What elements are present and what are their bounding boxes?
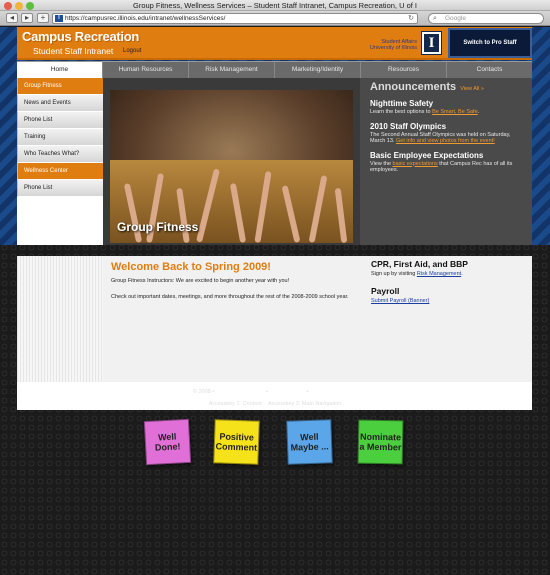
payroll-heading: Payroll — [371, 286, 400, 296]
zoom-window-icon[interactable] — [26, 2, 34, 10]
forward-icon[interactable]: ▸ — [21, 13, 33, 23]
search-icon: ⌕ — [433, 15, 437, 22]
affiliation-text: Student Affairs University of Illinois — [347, 39, 417, 51]
illinois-logo[interactable]: I — [421, 31, 442, 55]
view-all-link[interactable]: View All » — [460, 86, 484, 92]
welcome-paragraph: Group Fitness Instructors: We are excite… — [111, 278, 290, 284]
logout-link[interactable]: Logout — [123, 48, 141, 54]
minimize-window-icon[interactable] — [15, 2, 23, 10]
footer-student-affairs-link[interactable]: Student Affairs — [269, 389, 305, 395]
announcement-heading: Basic Employee Expectations — [370, 150, 484, 160]
footer-campus-recreation-link[interactable]: Campus Recreation — [216, 389, 265, 395]
tab-marketing-identity[interactable]: Marketing/Identity — [275, 62, 361, 78]
tab-risk-management[interactable]: Risk Management — [189, 62, 275, 78]
welcome-paragraph: Check out important dates, meetings, and… — [111, 294, 349, 300]
basic-expectations-link[interactable]: basic expectations — [393, 161, 438, 167]
cpr-heading: CPR, First Aid, and BBP — [371, 259, 468, 269]
nominate-member-note-button[interactable]: Nominate a Member — [357, 419, 404, 465]
welcome-heading: Welcome Back to Spring 2009! — [111, 261, 271, 273]
site-subtitle: Student Staff Intranet — [33, 46, 114, 56]
group-fitness-photo: Group Fitness — [110, 90, 353, 243]
university-label[interactable]: University of Illinois — [347, 45, 417, 51]
content-left-stripe — [17, 256, 103, 382]
sidebar-item-wellness-center[interactable]: Wellness Center — [17, 163, 103, 180]
switch-to-pro-staff-button[interactable]: Switch to Pro Staff — [448, 28, 532, 58]
tab-contacts[interactable]: Contacts — [447, 62, 532, 78]
announcement-text: Learn the best options to Be Smart, Be S… — [370, 109, 480, 115]
tab-home[interactable]: Home — [17, 62, 103, 78]
tab-human-resources[interactable]: Human Resources — [103, 62, 189, 78]
sidebar-item-news-and-events[interactable]: News and Events — [17, 95, 103, 112]
url-text: https://campusrec.illinois.edu/intranet/… — [65, 15, 226, 22]
positive-comment-note-button[interactable]: Positive Comment — [213, 419, 260, 465]
sidebar-item-phone-list-2[interactable]: Phone List — [17, 180, 103, 197]
close-window-icon[interactable] — [4, 2, 12, 10]
footer-links: © 2008 • Campus Recreation • Student Aff… — [192, 389, 358, 395]
sidebar-item-who-teaches-what[interactable]: Who Teaches What? — [17, 146, 103, 163]
footer-university-link[interactable]: University of Illinois — [310, 389, 357, 395]
sidebar-item-phone-list[interactable]: Phone List — [17, 112, 103, 129]
site-favicon-icon: I — [55, 15, 63, 22]
hero-caption: Group Fitness — [117, 220, 199, 234]
window-titlebar: Group Fitness, Wellness Services – Stude… — [0, 0, 550, 11]
sidebar-item-training[interactable]: Training — [17, 129, 103, 146]
add-bookmark-icon[interactable]: + — [37, 13, 49, 23]
site-title[interactable]: Campus Recreation — [22, 29, 139, 44]
announcement-text: The Second Annual Staff Olympics was hel… — [370, 131, 511, 145]
main-content: Welcome Back to Spring 2009! Group Fitne… — [17, 256, 532, 382]
payroll-text: Submit Payroll (Banner) — [371, 298, 521, 305]
search-placeholder: Google — [445, 15, 466, 22]
right-column: CPR, First Aid, and BBP Sign up by visit… — [371, 259, 521, 313]
url-input[interactable]: I https://campusrec.illinois.edu/intrane… — [52, 13, 418, 24]
risk-management-link[interactable]: Risk Management — [417, 271, 461, 277]
be-smart-be-safe-link[interactable]: Be Smart, Be Safe — [432, 109, 478, 115]
announcement-heading: 2010 Staff Olympics — [370, 121, 447, 131]
site-header: Campus Recreation Student Staff Intranet… — [17, 27, 532, 60]
accesskey-content-link[interactable]: Accesskey 1: Content — [209, 401, 262, 407]
announcements-panel: Announcements View All » Nighttime Safety… — [360, 78, 532, 245]
announcement-heading: Nighttime Safety — [370, 99, 434, 108]
sidebar: Group Fitness News and Events Phone List… — [17, 78, 103, 245]
page-body: Campus Recreation Student Staff Intranet… — [0, 27, 550, 575]
staff-olympics-photos-link[interactable]: Get info and view photos from the event! — [396, 138, 495, 144]
well-done-note-button[interactable]: Well Done! — [143, 418, 192, 466]
footer-accesskeys: Accesskey 1: Content Accesskey 2: Main N… — [0, 401, 550, 407]
back-icon[interactable]: ◂ — [6, 13, 18, 23]
well-maybe-note-button[interactable]: Well Maybe ... — [286, 419, 333, 465]
cpr-text: Sign up by visiting Risk Management. — [371, 271, 463, 277]
browser-toolbar: ◂ ▸ + I https://campusrec.illinois.edu/i… — [0, 11, 550, 26]
main-navigation: Home Human Resources Risk Management Mar… — [17, 61, 532, 78]
hero-section: Group Fitness — [103, 78, 360, 245]
reload-icon[interactable]: ↻ — [408, 14, 414, 23]
announcement-text: View the basic expectations that Campus … — [370, 160, 513, 174]
sidebar-item-group-fitness[interactable]: Group Fitness — [17, 78, 103, 95]
accesskey-navigation-link[interactable]: Accesskey 2: Main Navigation — [268, 401, 341, 407]
tab-resources[interactable]: Resources — [361, 62, 447, 78]
submit-payroll-link[interactable]: Submit Payroll (Banner) — [371, 298, 429, 304]
search-input[interactable]: ⌕ Google — [428, 13, 544, 24]
announcements-title: Announcements — [370, 81, 457, 93]
window-title: Group Fitness, Wellness Services – Stude… — [132, 1, 418, 10]
